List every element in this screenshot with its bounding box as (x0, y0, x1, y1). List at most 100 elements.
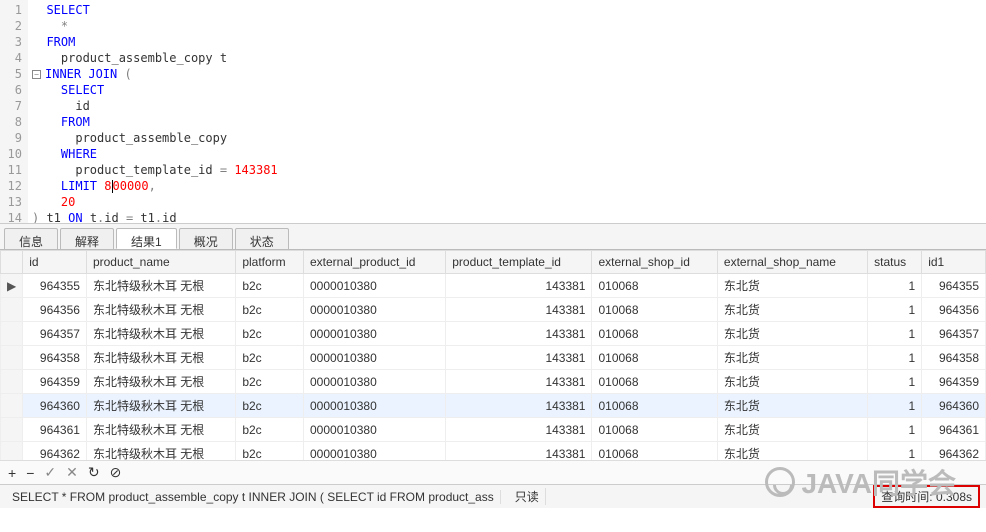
table-row[interactable]: 964359 东北特级秋木耳 无根b2c000001038014338101006… (1, 370, 986, 394)
cell-id[interactable]: 964361 (23, 418, 87, 442)
cell-platform[interactable]: b2c (236, 418, 304, 442)
cell-id[interactable]: 964358 (23, 346, 87, 370)
results-table[interactable]: idproduct_nameplatformexternal_product_i… (0, 250, 986, 460)
cell-product_template_id[interactable]: 143381 (446, 274, 592, 298)
remove-row-button[interactable]: − (26, 465, 34, 481)
tab-信息[interactable]: 信息 (4, 228, 58, 249)
sql-editor[interactable]: 1234567891011121314 SELECT * FROM produc… (0, 0, 986, 224)
cell-product_template_id[interactable]: 143381 (446, 418, 592, 442)
cell-product_name[interactable]: 东北特级秋木耳 无根 (86, 394, 235, 418)
cell-platform[interactable]: b2c (236, 394, 304, 418)
tab-结果1[interactable]: 结果1 (116, 228, 177, 249)
cell-external_shop_name[interactable]: 东北货 (717, 370, 867, 394)
add-row-button[interactable]: + (8, 465, 16, 481)
cell-external_product_id[interactable]: 0000010380 (304, 322, 446, 346)
cell-product_template_id[interactable]: 143381 (446, 322, 592, 346)
cell-product_name[interactable]: 东北特级秋木耳 无根 (86, 322, 235, 346)
cell-external_shop_name[interactable]: 东北货 (717, 322, 867, 346)
cell-id1[interactable]: 964356 (922, 298, 986, 322)
tab-概况[interactable]: 概况 (179, 228, 233, 249)
cell-product_template_id[interactable]: 143381 (446, 394, 592, 418)
code-line[interactable]: FROM (32, 114, 982, 130)
column-header-status[interactable]: status (868, 251, 922, 274)
column-header-external_shop_name[interactable]: external_shop_name (717, 251, 867, 274)
cell-product_name[interactable]: 东北特级秋木耳 无根 (86, 298, 235, 322)
cell-external_product_id[interactable]: 0000010380 (304, 394, 446, 418)
code-line[interactable]: WHERE (32, 146, 982, 162)
cell-product_template_id[interactable]: 143381 (446, 298, 592, 322)
cell-id1[interactable]: 964361 (922, 418, 986, 442)
column-header-id1[interactable]: id1 (922, 251, 986, 274)
table-row[interactable]: 964358东北特级秋木耳 无根b2c000001038014338101006… (1, 346, 986, 370)
cell-id1[interactable]: 964362 (922, 442, 986, 461)
confirm-button[interactable]: ✓ (44, 464, 56, 481)
stop-button[interactable]: ⊘ (110, 464, 122, 481)
cell-id1[interactable]: 964359 (922, 370, 986, 394)
cell-platform[interactable]: b2c (236, 322, 304, 346)
cell-status[interactable]: 1 (868, 370, 922, 394)
table-row[interactable]: 964362东北特级秋木耳 无根b2c000001038014338101006… (1, 442, 986, 461)
code-line[interactable]: ) t1 ON t.id = t1.id (32, 210, 982, 224)
cell-status[interactable]: 1 (868, 442, 922, 461)
cell-status[interactable]: 1 (868, 322, 922, 346)
cell-product_name[interactable]: 东北特级秋木耳 无根 (86, 370, 235, 394)
code-line[interactable]: * (32, 18, 982, 34)
cell-id1[interactable]: 964358 (922, 346, 986, 370)
cell-product_name[interactable]: 东北特级秋木耳 无根 (86, 442, 235, 461)
cell-platform[interactable]: b2c (236, 346, 304, 370)
cell-id1[interactable]: 964355 (922, 274, 986, 298)
code-line[interactable]: product_template_id = 143381 (32, 162, 982, 178)
code-line[interactable]: FROM (32, 34, 982, 50)
cell-platform[interactable]: b2c (236, 370, 304, 394)
cell-id[interactable]: 964362 (23, 442, 87, 461)
cell-external_shop_id[interactable]: 010068 (592, 298, 717, 322)
code-line[interactable]: id (32, 98, 982, 114)
cell-external_shop_id[interactable]: 010068 (592, 442, 717, 461)
cell-product_name[interactable]: 东北特级秋木耳 无根 (86, 346, 235, 370)
cell-platform[interactable]: b2c (236, 442, 304, 461)
cell-external_shop_id[interactable]: 010068 (592, 370, 717, 394)
code-line[interactable]: product_assemble_copy t (32, 50, 982, 66)
column-header-product_name[interactable]: product_name (86, 251, 235, 274)
cell-external_shop_name[interactable]: 东北货 (717, 442, 867, 461)
column-header-product_template_id[interactable]: product_template_id (446, 251, 592, 274)
tab-状态[interactable]: 状态 (235, 228, 289, 249)
cell-product_template_id[interactable]: 143381 (446, 442, 592, 461)
table-row[interactable]: 964361东北特级秋木耳 无根b2c000001038014338101006… (1, 418, 986, 442)
code-line[interactable]: 20 (32, 194, 982, 210)
code-line[interactable]: SELECT (32, 82, 982, 98)
cell-external_product_id[interactable]: 0000010380 (304, 442, 446, 461)
cell-platform[interactable]: b2c (236, 274, 304, 298)
cell-external_shop_name[interactable]: 东北货 (717, 298, 867, 322)
cell-external_shop_id[interactable]: 010068 (592, 418, 717, 442)
cancel-button[interactable]: ✕ (66, 464, 78, 481)
cell-external_product_id[interactable]: 0000010380 (304, 346, 446, 370)
cell-platform[interactable]: b2c (236, 298, 304, 322)
table-row[interactable]: 964360 东北特级秋木耳 无根b2c000001038014338101006… (1, 394, 986, 418)
cell-product_name[interactable]: 东北特级秋木耳 无根 (86, 274, 235, 298)
column-header-external_shop_id[interactable]: external_shop_id (592, 251, 717, 274)
cell-external_shop_id[interactable]: 010068 (592, 346, 717, 370)
cell-external_product_id[interactable]: 0000010380 (304, 370, 446, 394)
cell-product_name[interactable]: 东北特级秋木耳 无根 (86, 418, 235, 442)
cell-status[interactable]: 1 (868, 418, 922, 442)
cell-id1[interactable]: 964360 (922, 394, 986, 418)
cell-external_shop_name[interactable]: 东北货 (717, 346, 867, 370)
cell-status[interactable]: 1 (868, 346, 922, 370)
code-area[interactable]: SELECT * FROM product_assemble_copy t−IN… (28, 0, 986, 223)
code-line[interactable]: LIMIT 800000, (32, 178, 982, 194)
cell-id[interactable]: 964355 (23, 274, 87, 298)
column-header-platform[interactable]: platform (236, 251, 304, 274)
cell-external_shop_id[interactable]: 010068 (592, 394, 717, 418)
cell-product_template_id[interactable]: 143381 (446, 370, 592, 394)
refresh-button[interactable]: ↻ (88, 464, 100, 481)
cell-status[interactable]: 1 (868, 394, 922, 418)
cell-external_shop_name[interactable]: 东北货 (717, 418, 867, 442)
table-row[interactable]: 964357东北特级秋木耳 无根b2c000001038014338101006… (1, 322, 986, 346)
fold-icon[interactable]: − (32, 70, 41, 79)
cell-status[interactable]: 1 (868, 274, 922, 298)
cell-external_shop_name[interactable]: 东北货 (717, 394, 867, 418)
column-header-id[interactable]: id (23, 251, 87, 274)
table-row[interactable]: ▶964355东北特级秋木耳 无根b2c00000103801433810100… (1, 274, 986, 298)
code-line[interactable]: −INNER JOIN ( (32, 66, 982, 82)
